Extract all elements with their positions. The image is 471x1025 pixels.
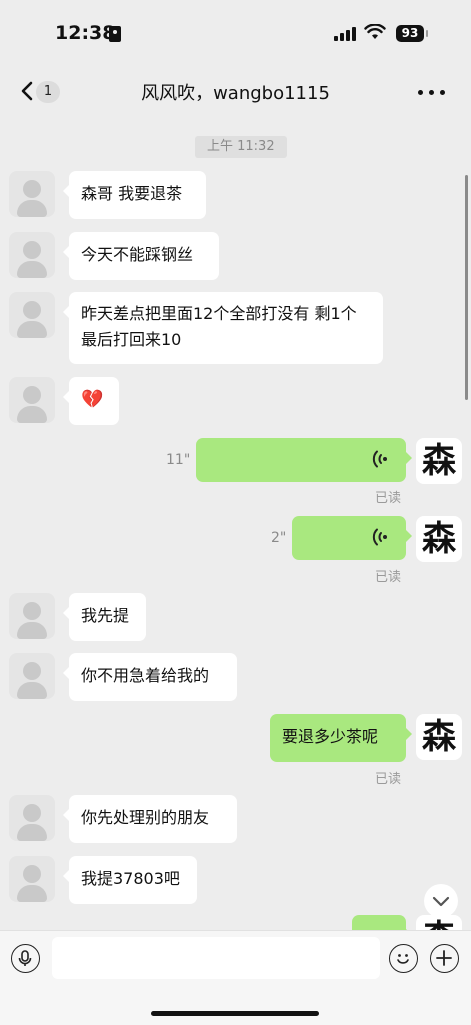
sent-message[interactable]: 要退多少茶呢 bbox=[270, 714, 412, 762]
battery-tip bbox=[426, 30, 428, 37]
received-message[interactable]: 你先处理别的朋友 bbox=[63, 795, 237, 843]
emoji-face-icon bbox=[397, 954, 409, 964]
contact-avatar[interactable] bbox=[9, 653, 55, 699]
microphone-icon bbox=[18, 950, 32, 966]
voice-input-button[interactable] bbox=[11, 944, 40, 973]
chat-header: 1 风风吹，wangbo1115 bbox=[0, 62, 471, 120]
received-message[interactable]: 我先提 bbox=[63, 593, 146, 641]
unread-count-badge[interactable]: 1 bbox=[36, 81, 60, 103]
cellular-signal-icon bbox=[334, 25, 356, 41]
emoji-button[interactable] bbox=[389, 944, 418, 973]
contact-avatar[interactable] bbox=[9, 593, 55, 639]
voice-waves-icon bbox=[372, 528, 387, 546]
scroll-to-bottom-button[interactable] bbox=[424, 884, 458, 918]
read-receipt: 已读 bbox=[375, 491, 402, 506]
my-avatar[interactable]: 森 bbox=[416, 438, 462, 484]
battery-indicator: 93 bbox=[396, 25, 424, 42]
contact-avatar[interactable] bbox=[9, 377, 55, 423]
sent-message-partial[interactable] bbox=[352, 915, 412, 930]
my-avatar[interactable]: 森 bbox=[416, 516, 462, 562]
read-receipt: 已读 bbox=[375, 570, 402, 585]
contact-avatar[interactable] bbox=[9, 795, 55, 841]
contact-avatar[interactable] bbox=[9, 171, 55, 217]
received-emoji-message[interactable]: 💔 bbox=[63, 377, 119, 425]
more-functions-button[interactable] bbox=[430, 944, 459, 973]
status-time: 12:38 bbox=[55, 22, 116, 44]
received-message[interactable]: 昨天差点把里面12个全部打没有 剩1个 最后打回来10 bbox=[63, 292, 383, 364]
input-bar bbox=[0, 930, 471, 1025]
voice-duration: 11" bbox=[166, 452, 191, 468]
wifi-icon bbox=[364, 24, 386, 39]
read-receipt: 已读 bbox=[375, 772, 402, 787]
received-message[interactable]: 我提37803吧 bbox=[63, 856, 197, 904]
received-message[interactable]: 你不用急着给我的 bbox=[63, 653, 237, 701]
contact-avatar[interactable] bbox=[9, 232, 55, 278]
scrollbar[interactable] bbox=[465, 175, 468, 400]
contact-avatar[interactable] bbox=[9, 292, 55, 338]
contact-avatar[interactable] bbox=[9, 856, 55, 902]
voice-waves-icon bbox=[372, 450, 387, 468]
received-message[interactable]: 今天不能踩钢丝 bbox=[63, 232, 219, 280]
chevron-down-icon bbox=[432, 896, 450, 907]
chat-title: 风风吹，wangbo1115 bbox=[141, 83, 330, 104]
received-message[interactable]: 森哥 我要退茶 bbox=[63, 171, 206, 219]
orientation-lock-icon bbox=[109, 26, 121, 42]
message-timestamp: 上午 11:32 bbox=[195, 136, 287, 158]
voice-duration: 2" bbox=[271, 530, 287, 546]
more-options-icon[interactable] bbox=[418, 88, 448, 96]
sent-voice-message[interactable] bbox=[196, 438, 412, 482]
my-avatar[interactable]: 森 bbox=[416, 714, 462, 760]
plus-icon bbox=[436, 950, 452, 966]
sent-voice-message[interactable] bbox=[292, 516, 412, 560]
chat-message-list[interactable]: 上午 11:32 森哥 我要退茶 今天不能踩钢丝 昨天差点把里面12个全部打没有… bbox=[0, 120, 471, 930]
message-input[interactable] bbox=[52, 937, 380, 979]
status-bar: 12:38 93 bbox=[0, 0, 471, 62]
home-indicator[interactable] bbox=[151, 1011, 319, 1016]
